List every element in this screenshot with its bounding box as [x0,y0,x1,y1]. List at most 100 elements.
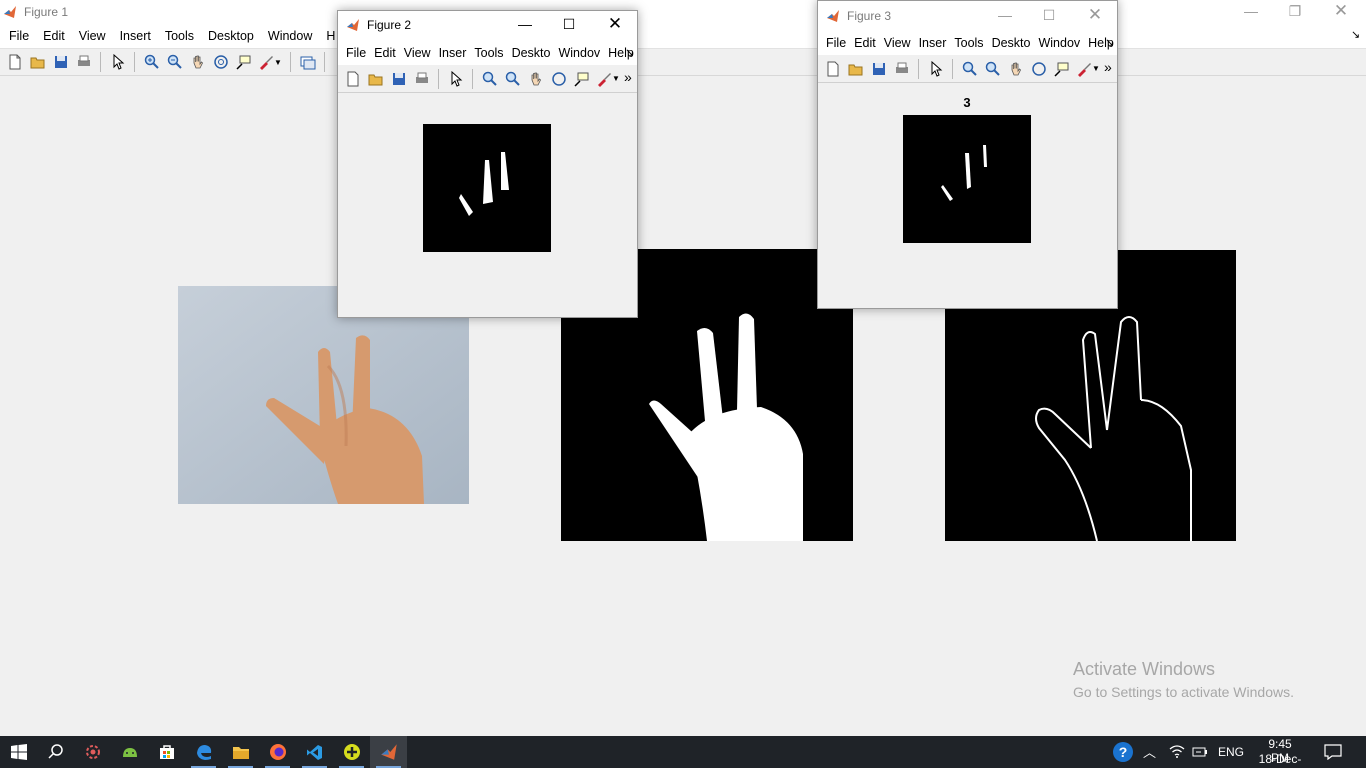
menu-file[interactable]: File [822,36,850,50]
menu-desktop[interactable]: Deskto [988,36,1035,50]
figure2-maximize-button[interactable]: ☐ [546,11,592,39]
pointer-icon[interactable] [924,58,947,80]
settings-app-icon[interactable] [74,736,111,768]
matlab-icon[interactable] [370,736,407,768]
android-studio-icon[interactable] [111,736,148,768]
file-explorer-icon[interactable] [222,736,259,768]
menu-view[interactable]: View [880,36,915,50]
figure3-close-button[interactable]: ✕ [1072,2,1118,30]
search-icon[interactable] [37,736,74,768]
original-hand-image [178,286,469,504]
menu-edit[interactable]: Edit [370,46,400,60]
save-icon[interactable] [867,58,890,80]
figure3-maximize-button[interactable]: ☐ [1026,2,1072,30]
figure1-close-button[interactable]: ✕ [1318,0,1364,26]
figure2-dock-icon[interactable]: ↘ [625,46,634,59]
save-icon[interactable] [49,51,72,73]
menu-tools[interactable]: Tools [158,29,201,43]
data-cursor-icon[interactable] [570,68,593,90]
menu-view[interactable]: View [72,29,113,43]
menu-file[interactable]: File [342,46,370,60]
menu-edit[interactable]: Edit [850,36,880,50]
figure1-minimize-button[interactable]: — [1228,0,1274,26]
toolbar-overflow-icon[interactable]: » [1104,59,1112,75]
pointer-icon[interactable] [444,68,467,90]
vscode-icon[interactable] [296,736,333,768]
pointer-icon[interactable] [106,51,129,73]
toolbar-overflow-icon[interactable]: » [624,69,632,85]
data-cursor-icon[interactable] [1050,58,1073,80]
zoom-out-icon[interactable] [163,51,186,73]
figure3-titlebar[interactable]: Figure 3 — ☐ ✕ [818,1,1117,31]
figure2-fingers-image [423,124,551,252]
menu-window[interactable]: Windov [1034,36,1084,50]
zoom-in-icon[interactable] [478,68,501,90]
figure3-toolbar: ▼ » [818,55,1117,83]
figure2-toolbar: ▼ » [338,65,637,93]
help-icon[interactable]: ? [1112,741,1134,766]
firefox-icon[interactable] [259,736,296,768]
new-figure-icon[interactable] [341,68,364,90]
brush-icon[interactable]: ▼ [255,51,285,73]
figure1-window: Figure 1 — ❐ ✕ File Edit View Insert Too… [0,0,1366,736]
taskbar: ? ︿ ENG 9:45 PM 18-Dec-19 [0,736,1366,768]
figure3-plot-title: 3 [963,95,971,110]
start-icon[interactable] [0,736,37,768]
figure3-menubar: File Edit View Inser Tools Deskto Windov… [818,31,1117,55]
show-hidden-icons-chevron-icon[interactable]: ︿ [1143,742,1156,761]
new-figure-icon[interactable] [3,51,26,73]
rotate-icon[interactable] [209,51,232,73]
menu-edit[interactable]: Edit [36,29,72,43]
brush-icon[interactable]: ▼ [1073,58,1103,80]
open-icon[interactable] [26,51,49,73]
open-icon[interactable] [844,58,867,80]
menu-insert[interactable]: Insert [113,29,158,43]
store-icon[interactable] [148,736,185,768]
pan-icon[interactable] [1004,58,1027,80]
menu-view[interactable]: View [400,46,435,60]
rotate-icon[interactable] [547,68,570,90]
matlab-logo-icon [4,6,16,18]
print-icon[interactable] [410,68,433,90]
menu-desktop[interactable]: Deskto [508,46,555,60]
menu-tools[interactable]: Tools [470,46,507,60]
language-indicator[interactable]: ENG [1218,745,1244,759]
print-icon[interactable] [72,51,95,73]
figure1-dock-icon[interactable]: ↘ [1351,28,1360,41]
pan-icon[interactable] [186,51,209,73]
figure1-restore-button[interactable]: ❐ [1272,0,1318,26]
save-icon[interactable] [387,68,410,90]
zoom-in-icon[interactable] [958,58,981,80]
notification-center-icon[interactable] [1324,744,1342,763]
figure2-menubar: File Edit View Inser Tools Deskto Windov… [338,41,637,65]
menu-file[interactable]: File [2,29,36,43]
zoom-out-icon[interactable] [981,58,1004,80]
menu-insert[interactable]: Inser [435,46,471,60]
figure2-titlebar[interactable]: Figure 2 — ☐ ✕ [338,11,637,41]
add-app-icon[interactable] [333,736,370,768]
battery-plug-icon[interactable] [1192,746,1208,761]
menu-tools[interactable]: Tools [950,36,987,50]
data-cursor-icon[interactable] [232,51,255,73]
menu-insert[interactable]: Inser [915,36,951,50]
wifi-icon[interactable] [1169,744,1185,761]
zoom-out-icon[interactable] [501,68,524,90]
figure1-titlebar[interactable]: Figure 1 — ❐ ✕ [0,0,1366,24]
open-icon[interactable] [364,68,387,90]
clock-date[interactable]: 18-Dec-19 [1253,752,1307,768]
brush-icon[interactable]: ▼ [593,68,623,90]
menu-window[interactable]: Window [261,29,319,43]
figure2-minimize-button[interactable]: — [502,11,548,39]
edge-icon[interactable] [185,736,222,768]
link-plot-icon[interactable] [296,51,319,73]
new-figure-icon[interactable] [821,58,844,80]
pan-icon[interactable] [524,68,547,90]
rotate-icon[interactable] [1027,58,1050,80]
menu-desktop[interactable]: Desktop [201,29,261,43]
menu-window[interactable]: Windov [554,46,604,60]
figure3-dock-icon[interactable]: ↘ [1105,36,1114,49]
print-icon[interactable] [890,58,913,80]
figure3-minimize-button[interactable]: — [982,2,1028,30]
zoom-in-icon[interactable] [140,51,163,73]
figure2-close-button[interactable]: ✕ [592,11,638,39]
